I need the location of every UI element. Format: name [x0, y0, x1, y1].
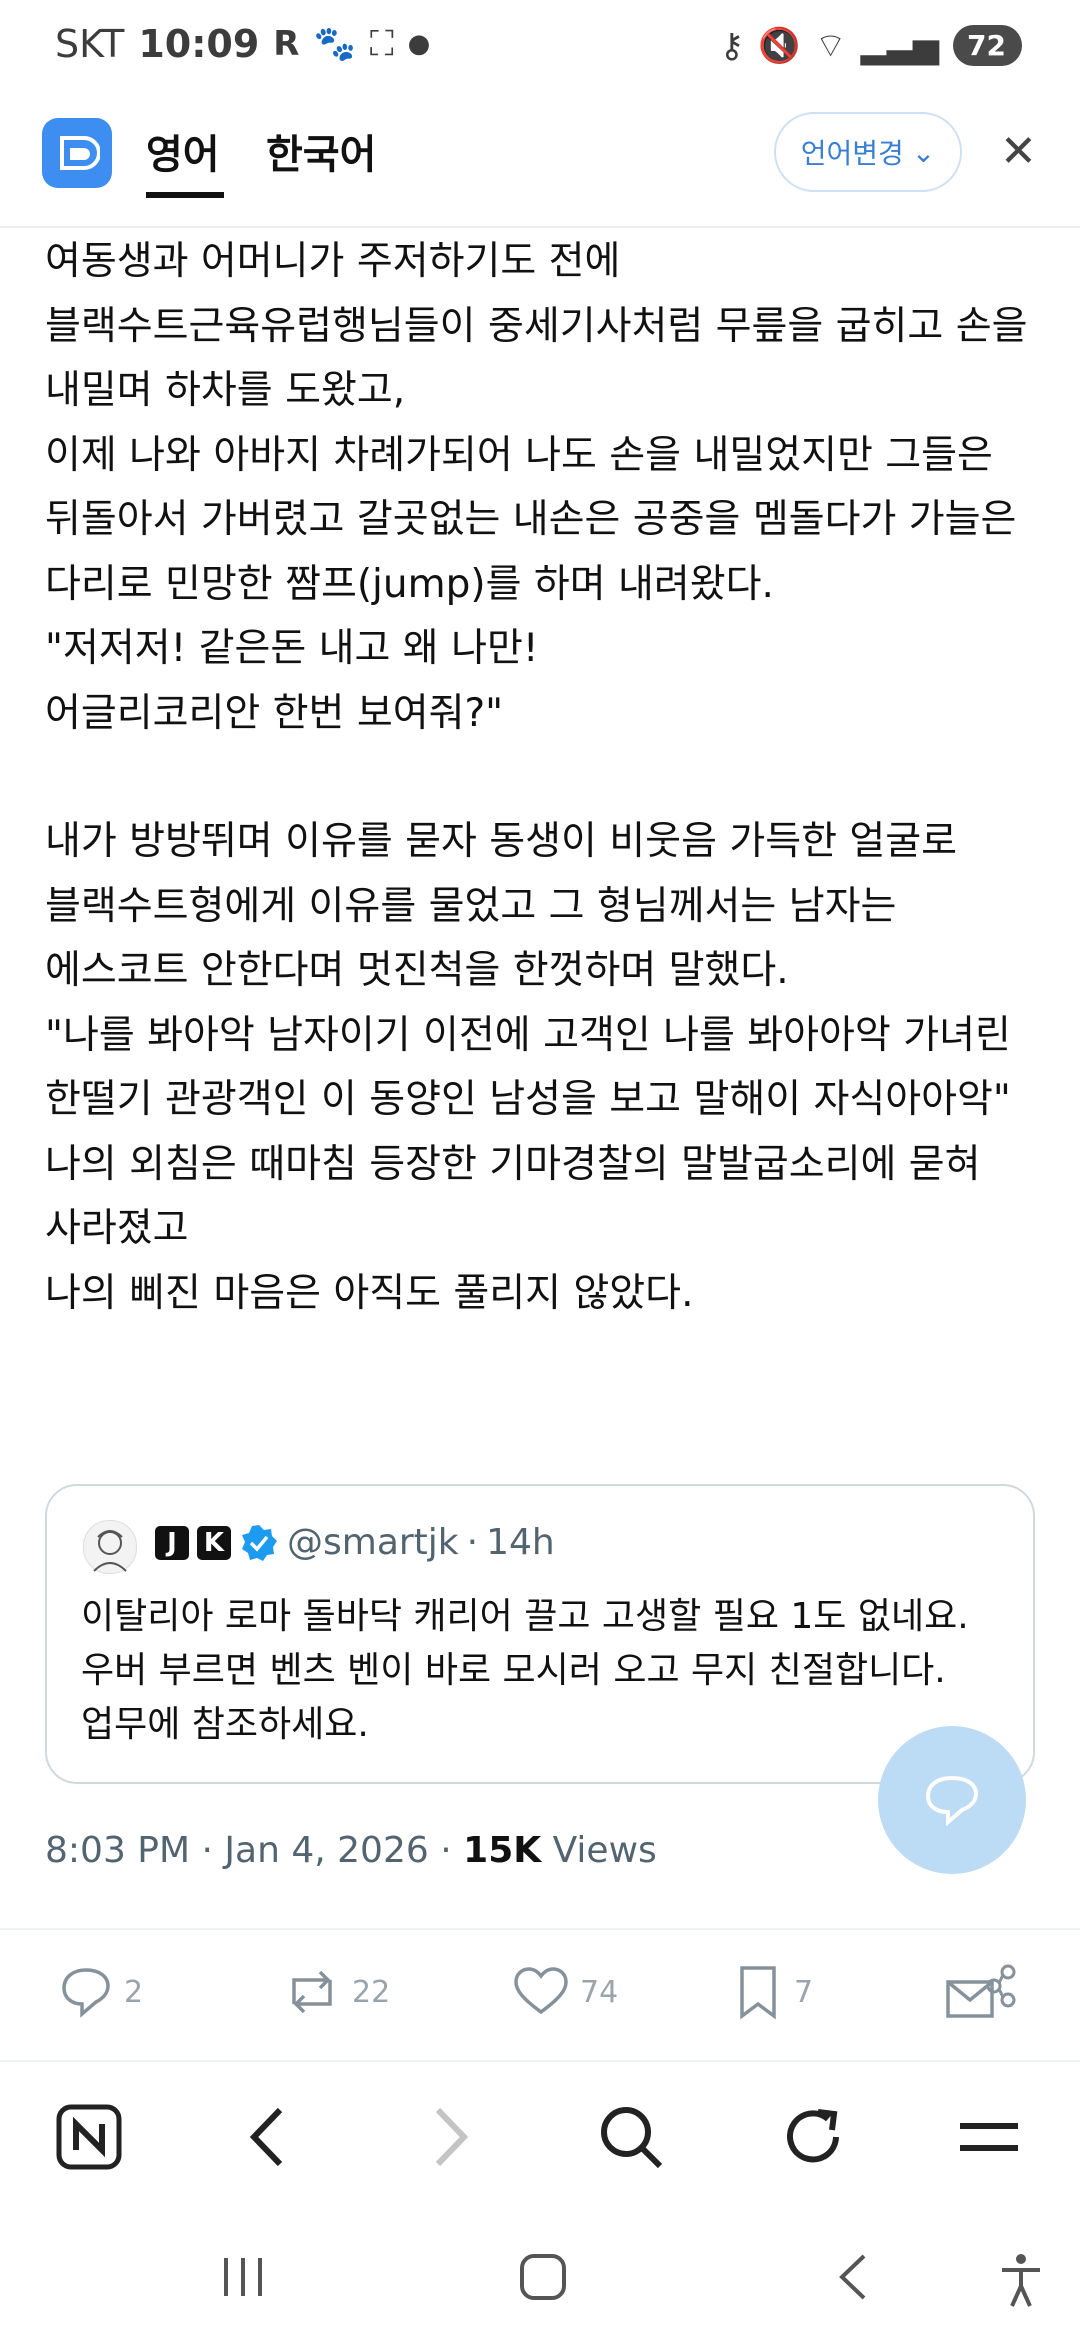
- clock: 10:09: [138, 22, 260, 66]
- quote-text: 이탈리아 로마 돌바닥 캐리어 끌고 고생할 필요 1도 없네요. 우버 부르면…: [81, 1596, 969, 1745]
- system-nav-bar: [0, 2220, 1080, 2340]
- back-arrow-icon[interactable]: [246, 2104, 286, 2174]
- post-time: 8:03 PM: [45, 1830, 191, 1871]
- back-icon[interactable]: [832, 2252, 872, 2306]
- mute-icon: 🔇: [758, 25, 801, 66]
- wifi-icon: ⌔: [814, 26, 847, 66]
- paragraph: 여동생과 어머니가 주저하기도 전에 블랙수트근육유럽행님들이 중세기사처럼 무…: [45, 239, 1028, 413]
- avatar[interactable]: [83, 1520, 137, 1574]
- bookmark-button[interactable]: 7: [732, 1964, 813, 2020]
- quote-handle[interactable]: @smartjk: [287, 1522, 459, 1563]
- paragraph: "저저저! 같은돈 내고 왜 나만!: [45, 626, 539, 671]
- share-button[interactable]: [944, 1964, 1020, 2024]
- repost-count: 22: [352, 1974, 391, 2010]
- heart-icon: [514, 1967, 568, 2015]
- screenshot-icon: ⛶: [369, 24, 394, 64]
- carrier: SKT: [55, 22, 125, 66]
- paw-icon: 🐾: [313, 24, 356, 64]
- close-icon[interactable]: ✕: [1000, 128, 1037, 176]
- reply-button[interactable]: 2: [58, 1964, 143, 2020]
- reply-icon: [62, 1968, 110, 2018]
- signal-icon: ▂▃▅: [860, 25, 940, 66]
- reply-fab-button[interactable]: [878, 1726, 1026, 1874]
- search-icon[interactable]: [598, 2104, 664, 2174]
- change-language-label: 언어변경: [800, 137, 904, 170]
- menu-icon[interactable]: [956, 2104, 1022, 2174]
- translate-header: 영어 한국어 언어변경 ⌄ ✕: [0, 108, 1080, 228]
- views-count: 15K: [463, 1830, 542, 1871]
- paragraph: 어글리코리안 한번 보여줘?": [45, 690, 504, 736]
- accessibility-icon[interactable]: [996, 2252, 1046, 2312]
- separator: ·: [440, 1830, 452, 1871]
- r-icon: R: [273, 24, 300, 64]
- paragraph: 내가 방방뛰며 이유를 묻자 동생이 비웃음 가득한 얼굴로 블랙수트형에게 이…: [45, 819, 958, 993]
- recent-apps-icon[interactable]: [218, 2252, 268, 2306]
- like-count: 74: [580, 1974, 619, 2010]
- verified-badge-icon: [242, 1524, 277, 1561]
- translator-logo-icon: [42, 118, 112, 188]
- separator: ·: [466, 1522, 479, 1563]
- tab-target-language[interactable]: 한국어: [266, 122, 376, 180]
- quoted-post-card[interactable]: J K @smartjk · 14h 이탈리아 로마 돌바닥 캐리어 끌고 고생…: [45, 1484, 1035, 1784]
- paragraph: 나의 외침은 때마침 등장한 기마경찰의 말발굽소리에 묻혀 사라졌고: [45, 1141, 981, 1252]
- quote-author-row: J K @smartjk · 14h: [155, 1522, 555, 1563]
- share-icon: [946, 1964, 1016, 2018]
- tab-source-language[interactable]: 영어: [146, 122, 220, 180]
- separator: ·: [201, 1830, 213, 1871]
- post-meta: 8:03 PM · Jan 4, 2026 · 15K Views: [45, 1830, 657, 1871]
- post-actions: 2 22 74 7: [0, 1928, 1080, 2062]
- bookmark-count: 7: [794, 1974, 814, 2010]
- name-badge: K: [197, 1525, 231, 1560]
- quote-age: 14h: [486, 1522, 555, 1563]
- name-badge: J: [155, 1525, 189, 1560]
- browser-toolbar: [0, 2068, 1080, 2208]
- repost-button[interactable]: 22: [282, 1964, 390, 2020]
- paragraph: 이제 나와 아바지 차례가되어 나도 손을 내밀었지만 그들은 뒤돌아서 가버렸…: [45, 432, 1017, 607]
- chevron-down-icon: ⌄: [911, 135, 936, 169]
- active-tab-indicator: [146, 192, 224, 198]
- paragraph: 나의 삐진 마음은 아직도 풀리지 않았다.: [45, 1270, 694, 1316]
- change-language-button[interactable]: 언어변경 ⌄: [774, 112, 962, 192]
- home-icon[interactable]: [518, 2252, 568, 2306]
- key-icon: ⚷: [719, 25, 745, 66]
- battery-indicator: 72: [953, 25, 1022, 66]
- views-label: Views: [552, 1830, 657, 1871]
- dot-icon: ●: [407, 29, 431, 59]
- status-bar: SKT 10:09 R 🐾 ⛶ ● ⚷ 🔇 ⌔ ▂▃▅ 72: [0, 0, 1080, 100]
- naver-home-icon[interactable]: [56, 2104, 122, 2174]
- bookmark-icon: [740, 1966, 776, 2020]
- speech-bubble-icon: [925, 1775, 979, 1827]
- repost-icon: [292, 1970, 332, 2014]
- paragraph: "나를 봐아악 남자이기 이전에 고객인 나를 봐아아악 가녀린 한떨기 관광객…: [45, 1012, 1011, 1123]
- reply-count: 2: [124, 1974, 144, 2010]
- forward-arrow-icon[interactable]: [432, 2104, 472, 2174]
- post-date: Jan 4, 2026: [224, 1830, 429, 1871]
- post-body: 여동생과 어머니가 주저하기도 전에 블랙수트근육유럽행님들이 중세기사처럼 무…: [45, 230, 1045, 1326]
- like-button[interactable]: 74: [512, 1964, 618, 2020]
- reload-icon[interactable]: [780, 2104, 846, 2174]
